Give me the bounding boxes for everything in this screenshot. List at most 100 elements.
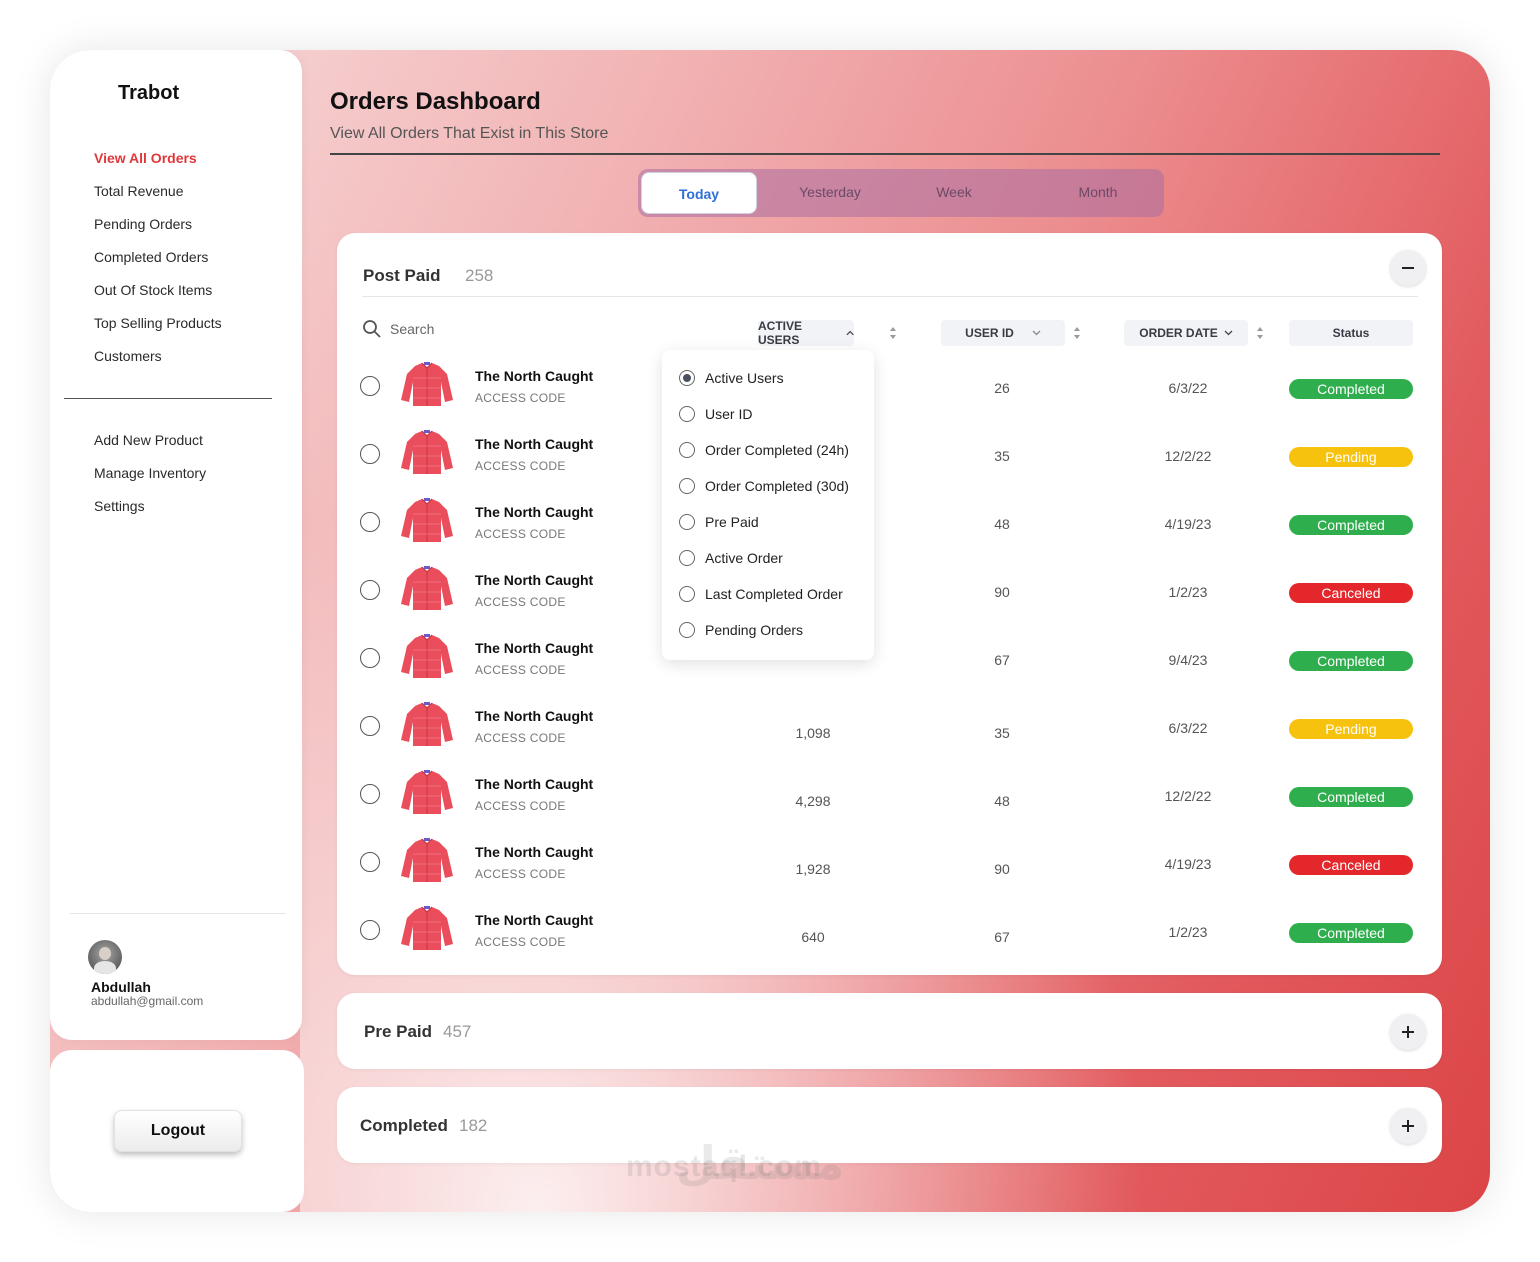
dropdown-option-pre-paid[interactable]: Pre Paid [679,512,759,532]
sort-icon[interactable] [1255,325,1265,341]
sidebar-divider [64,398,272,399]
search-input[interactable] [390,318,610,340]
option-label: Active Order [705,550,783,566]
status-badge: Pending [1289,447,1413,467]
radio-icon [679,514,695,530]
card-title: Completed [360,1116,448,1135]
status-badge: Completed [1289,379,1413,399]
row-select-radio[interactable] [360,512,380,532]
status-badge: Pending [1289,719,1413,739]
watermark: mostaql.com [626,1150,823,1183]
tab-today[interactable]: Today [641,172,757,214]
card-count: 182 [459,1116,488,1135]
radio-icon [679,406,695,422]
table-row[interactable]: The North Caught ACCESS CODE 67 9/4/23 C… [338,626,1443,686]
row-select-radio[interactable] [360,580,380,600]
product-name: The North Caught [475,844,594,860]
sort-icon[interactable] [1072,325,1082,341]
radio-checked-icon [679,370,695,386]
app-logo: Trabot [118,82,180,104]
sort-icon[interactable] [888,325,898,341]
user-id-cell: 26 [994,380,1010,396]
pre-paid-card[interactable]: Pre Paid 457 [337,993,1442,1069]
user-name: Abdullah [91,979,151,995]
option-label: Pending Orders [705,622,804,638]
dropdown-option-user-id[interactable]: User ID [679,404,752,424]
row-select-radio[interactable] [360,444,380,464]
dropdown-option-order-completed-30d[interactable]: Order Completed (30d) [679,476,849,496]
row-select-radio[interactable] [360,716,380,736]
table-row[interactable]: The North Caught ACCESS CODE 1,098 35 6/… [338,694,1443,754]
sidebar-item-completed-orders[interactable]: Completed Orders [94,247,222,280]
tab-week[interactable]: Week [906,169,1002,217]
column-header-status[interactable]: Status [1289,320,1413,346]
product-code: ACCESS CODE [475,935,566,949]
option-label: Pre Paid [705,514,759,530]
user-id-cell: 35 [994,725,1010,741]
dropdown-option-pending-orders[interactable]: Pending Orders [679,620,803,640]
order-date-cell: 1/2/23 [1168,924,1208,940]
sidebar-item-out-of-stock[interactable]: Out Of Stock Items [94,280,222,313]
column-label: ACTIVE USERS [758,319,803,347]
user-id-cell: 67 [994,652,1010,668]
table-row[interactable]: The North Caught ACCESS CODE 26 6/3/22 C… [338,354,1443,414]
completed-card[interactable]: Completed 182 [337,1087,1442,1163]
column-header-user-id[interactable]: USER ID [941,320,1065,346]
sidebar-item-add-product[interactable]: Add New Product [94,430,206,463]
order-date-cell: 12/2/22 [1164,448,1212,464]
table-row[interactable]: The North Caught ACCESS CODE 48 4/19/23 … [338,490,1443,550]
option-label: User ID [705,406,753,422]
dropdown-option-active-order[interactable]: Active Order [679,548,783,568]
option-label: Order Completed (24h) [705,442,849,458]
sidebar-nav: View All Orders Total Revenue Pending Or… [94,148,222,379]
table-row[interactable]: The North Caught ACCESS CODE 4,298 48 12… [338,762,1443,822]
table-row[interactable]: The North Caught ACCESS CODE 90 1/2/23 C… [338,558,1443,618]
jacket-image [401,770,453,814]
column-header-order-date[interactable]: ORDER DATE [1124,320,1248,346]
dropdown-option-active-users[interactable]: Active Users [679,368,784,388]
search-icon [363,320,381,338]
sidebar-item-settings[interactable]: Settings [94,496,206,529]
sidebar-item-total-revenue[interactable]: Total Revenue [94,181,222,214]
page-subtitle: View All Orders That Exist in This Store [330,125,609,142]
table-row[interactable]: The North Caught ACCESS CODE 1,928 90 4/… [338,830,1443,890]
post-paid-card: Post Paid 258 ACTIVE USERS USER ID ORDER… [337,233,1442,975]
status-badge: Completed [1289,923,1413,943]
table-row[interactable]: The North Caught ACCESS CODE 640 67 1/2/… [338,898,1443,958]
tab-yesterday[interactable]: Yesterday [768,169,892,217]
column-header-active-users[interactable]: ACTIVE USERS [758,319,854,347]
order-date-cell: 1/2/23 [1168,584,1208,600]
product-code: ACCESS CODE [475,459,566,473]
order-date-cell: 4/19/23 [1164,856,1212,872]
jacket-image [401,906,453,950]
card-divider [362,296,1418,297]
sidebar-item-view-all-orders[interactable]: View All Orders [94,148,222,181]
tab-month[interactable]: Month [1042,169,1154,217]
expand-button[interactable] [1390,1108,1426,1144]
row-select-radio[interactable] [360,852,380,872]
row-select-radio[interactable] [360,376,380,396]
sidebar-item-manage-inventory[interactable]: Manage Inventory [94,463,206,496]
sidebar-item-customers[interactable]: Customers [94,346,222,379]
card-title: Pre Paid [364,1022,433,1041]
collapse-button[interactable] [1390,250,1426,286]
chevron-down-icon [1224,330,1233,336]
user-id-cell: 67 [994,929,1010,945]
sidebar-item-pending-orders[interactable]: Pending Orders [94,214,222,247]
row-select-radio[interactable] [360,920,380,940]
row-select-radio[interactable] [360,784,380,804]
row-select-radio[interactable] [360,648,380,668]
option-label: Active Users [705,370,784,386]
product-name: The North Caught [475,572,594,588]
chevron-down-icon [1032,330,1041,336]
dropdown-option-last-completed-order[interactable]: Last Completed Order [679,584,843,604]
option-label: Last Completed Order [705,586,843,602]
dropdown-option-order-completed-24h[interactable]: Order Completed (24h) [679,440,849,460]
sidebar-item-top-selling[interactable]: Top Selling Products [94,313,222,346]
product-code: ACCESS CODE [475,731,566,745]
table-row[interactable]: The North Caught ACCESS CODE 35 12/2/22 … [338,422,1443,482]
avatar[interactable] [88,940,122,974]
expand-button[interactable] [1390,1014,1426,1050]
sidebar: Trabot View All Orders Total Revenue Pen… [50,50,302,1040]
logout-button[interactable]: Logout [114,1110,242,1152]
